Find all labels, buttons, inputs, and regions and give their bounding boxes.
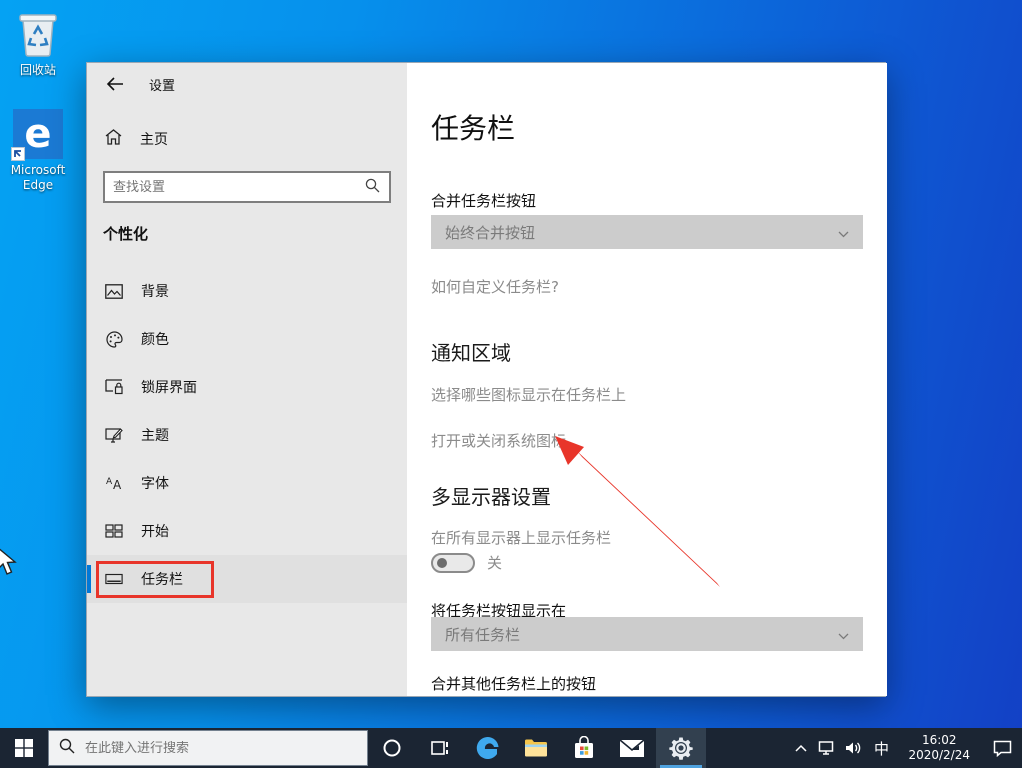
sidebar-item-taskbar[interactable]: 任务栏 (87, 555, 407, 603)
fonts-icon: AA (105, 474, 123, 492)
sidebar-section-personalization: 个性化 (103, 223, 148, 244)
mouse-cursor (0, 546, 21, 582)
taskbar-search-box[interactable] (48, 730, 368, 766)
settings-window: 设置 主页 个性化 (86, 62, 886, 697)
show-on-all-displays-label: 在所有显示器上显示任务栏 (431, 527, 611, 548)
sidebar-home-label: 主页 (140, 129, 168, 149)
mail-icon[interactable] (608, 728, 656, 768)
desktop-icon-recycle-bin[interactable]: 回收站 (0, 8, 76, 78)
edge-taskbar-icon[interactable] (464, 728, 512, 768)
svg-text:A: A (113, 478, 122, 491)
tray-ime-indicator[interactable]: 中 (866, 738, 896, 759)
chevron-down-icon (838, 223, 849, 242)
sidebar-item-lock-screen[interactable]: 锁屏界面 (87, 363, 407, 411)
tray-chevron-up-icon[interactable] (788, 728, 814, 768)
colors-palette-icon (105, 330, 123, 348)
desktop-icon-label: Microsoft Edge (0, 163, 76, 193)
show-on-all-displays-toggle-row: 关 (431, 552, 502, 573)
desktop: 回收站 e Microsoft Edge 设置 (0, 0, 1022, 768)
search-icon (59, 738, 75, 758)
sidebar-item-home[interactable]: 主页 (105, 129, 168, 149)
show-buttons-on-dropdown[interactable]: 所有任务栏 (431, 617, 863, 651)
file-explorer-icon[interactable] (512, 728, 560, 768)
back-button[interactable] (99, 71, 131, 97)
tray-network-icon[interactable] (814, 728, 840, 768)
start-layout-icon (105, 522, 123, 540)
tray-volume-icon[interactable] (840, 728, 866, 768)
edge-tile-icon: e (13, 109, 63, 159)
notification-area-heading: 通知区域 (431, 337, 511, 366)
customize-taskbar-link[interactable]: 如何自定义任务栏? (431, 276, 559, 297)
sidebar-item-themes[interactable]: 主题 (87, 411, 407, 459)
action-center-icon[interactable] (982, 728, 1022, 768)
themes-icon (105, 426, 123, 444)
desktop-icon-microsoft-edge[interactable]: e Microsoft Edge (0, 108, 76, 193)
settings-search-box[interactable] (103, 171, 391, 203)
cortana-button[interactable] (368, 728, 416, 768)
start-button[interactable] (0, 728, 48, 768)
taskbar: 中 16:02 2020/2/24 (0, 728, 1022, 768)
settings-taskbar-icon[interactable] (656, 728, 706, 768)
sidebar-item-background[interactable]: 背景 (87, 267, 407, 315)
search-icon[interactable] (365, 178, 380, 197)
store-icon[interactable] (560, 728, 608, 768)
sidebar-nav: 背景 颜色 锁屏界面 主题 (87, 267, 407, 603)
svg-text:A: A (106, 477, 113, 487)
shortcut-arrow-icon (11, 147, 25, 161)
lock-screen-icon (105, 378, 123, 396)
taskbar-icon (105, 570, 123, 588)
combine-other-label: 合并其他任务栏上的按钮 (431, 673, 596, 694)
toggle-off[interactable] (431, 553, 475, 573)
tray-date: 2020/2/24 (908, 748, 970, 763)
sidebar-item-fonts[interactable]: AA 字体 (87, 459, 407, 507)
desktop-icon-label: 回收站 (0, 63, 76, 78)
sidebar-item-start[interactable]: 开始 (87, 507, 407, 555)
page-title: 任务栏 (431, 107, 515, 147)
system-icons-link[interactable]: 打开或关闭系统图标 (431, 430, 566, 451)
tray-time: 16:02 (908, 733, 970, 748)
recycle-bin-icon (0, 8, 76, 60)
chevron-down-icon (838, 625, 849, 644)
settings-search-input[interactable] (105, 180, 365, 195)
select-icons-link[interactable]: 选择哪些图标显示在任务栏上 (431, 384, 626, 405)
sidebar-item-colors[interactable]: 颜色 (87, 315, 407, 363)
window-title: 设置 (149, 75, 175, 94)
background-picture-icon (105, 282, 123, 300)
tray-clock[interactable]: 16:02 2020/2/24 (896, 733, 982, 763)
multi-display-heading: 多显示器设置 (431, 481, 551, 510)
settings-content: 任务栏 合并任务栏按钮 始终合并按钮 如何自定义任务栏? 通知区域 选择哪些图标… (407, 63, 887, 696)
combine-buttons-label: 合并任务栏按钮 (431, 190, 536, 211)
system-tray: 中 16:02 2020/2/24 (788, 728, 1022, 768)
home-icon (105, 129, 122, 149)
combine-buttons-dropdown[interactable]: 始终合并按钮 (431, 215, 863, 249)
toggle-state-label: 关 (487, 552, 502, 573)
taskbar-search-input[interactable] (85, 741, 357, 756)
task-view-button[interactable] (416, 728, 464, 768)
